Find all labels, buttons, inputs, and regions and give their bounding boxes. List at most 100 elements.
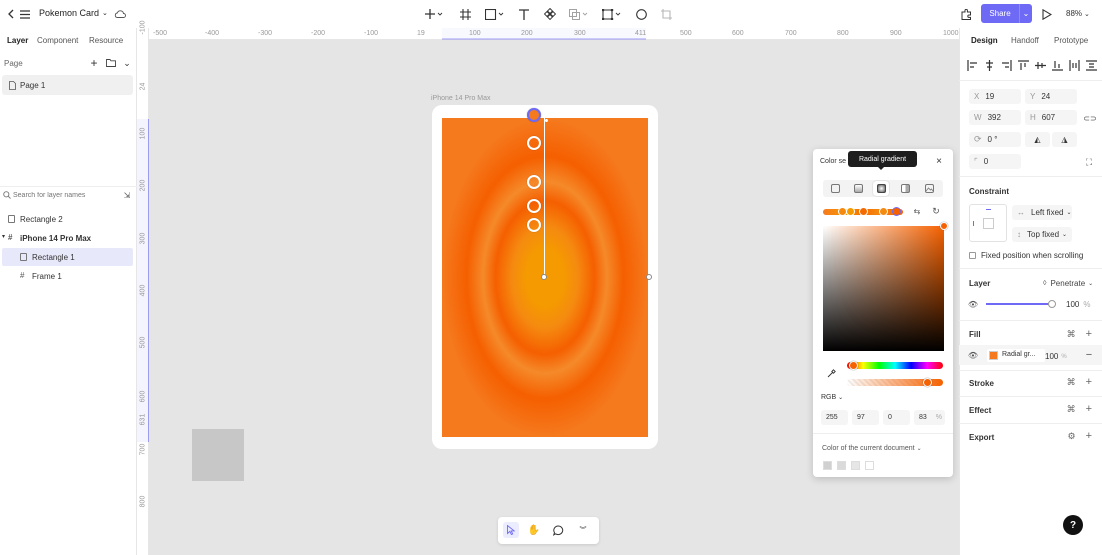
align-right-icon[interactable] — [1001, 60, 1012, 71]
align-center-v-icon[interactable] — [1035, 60, 1046, 71]
tab-design[interactable]: Design — [971, 36, 998, 45]
green-input[interactable]: 97 — [852, 410, 879, 425]
horizontal-constraint-select[interactable]: ↔ Left fixed ⌄ — [1012, 205, 1072, 220]
tab-layer[interactable]: Layer — [7, 36, 28, 45]
collapse-all-icon[interactable]: ⇲ — [122, 190, 132, 200]
play-icon[interactable] — [1040, 7, 1054, 21]
constraint-widget[interactable] — [969, 204, 1007, 242]
align-left-icon[interactable] — [967, 60, 978, 71]
width-input[interactable]: W 392 — [969, 110, 1021, 125]
angular-gradient-icon[interactable] — [901, 184, 910, 193]
text-tool-icon[interactable] — [517, 7, 531, 21]
blue-input[interactable]: 0 — [883, 410, 910, 425]
hue-slider[interactable] — [847, 361, 943, 370]
vertical-constraint-select[interactable]: ↕ Top fixed ⌄ — [1012, 227, 1072, 242]
color-swatch[interactable] — [851, 461, 860, 470]
blend-mode-select[interactable]: ◊ Penetrate ⌄ — [1043, 279, 1093, 288]
file-name[interactable]: Pokemon Card ⌄ — [39, 8, 108, 18]
image-fill-icon[interactable] — [925, 184, 934, 193]
radial-gradient-icon[interactable] — [877, 184, 886, 193]
chevron-down-icon[interactable]: ⌄ — [1020, 9, 1032, 18]
gradient-stop-selected[interactable] — [892, 207, 901, 216]
flip-vertical-icon[interactable]: ◮ — [1052, 132, 1077, 147]
plugin-icon[interactable] — [959, 7, 973, 21]
layer-search-input[interactable] — [13, 190, 113, 201]
remove-fill-icon[interactable]: − — [1084, 349, 1094, 361]
boolean-tool-icon[interactable] — [568, 7, 590, 21]
eye-icon[interactable]: 👁 — [968, 351, 978, 360]
component-tool-icon[interactable] — [543, 7, 557, 21]
color-swatch[interactable] — [823, 461, 832, 470]
back-icon[interactable] — [4, 7, 18, 21]
shape-tool-icon[interactable] — [484, 7, 506, 21]
comment-tool-icon[interactable] — [551, 523, 565, 537]
share-button[interactable]: Share ⌄ — [981, 4, 1032, 23]
eyedropper-icon[interactable] — [826, 368, 836, 378]
red-input[interactable]: 255 — [821, 410, 848, 425]
gradient-stop-handle[interactable] — [527, 175, 541, 189]
layer-item[interactable]: # ▾ iPhone 14 Pro Max — [2, 229, 133, 247]
select-tool[interactable] — [503, 522, 519, 538]
tab-prototype[interactable]: Prototype — [1054, 36, 1088, 45]
document-colors-select[interactable]: Color of the current document ⌄ — [822, 445, 922, 452]
page-item[interactable]: Page 1 — [2, 75, 133, 95]
more-tools-icon[interactable]: ︾ — [576, 523, 590, 537]
frame-label[interactable]: iPhone 14 Pro Max — [431, 95, 491, 102]
gradient-width-handle[interactable] — [646, 274, 652, 280]
zoom-level[interactable]: 88% ⌄ — [1066, 9, 1090, 18]
expand-icon[interactable]: ▾ — [2, 233, 5, 240]
add-stroke-icon[interactable]: + — [1086, 376, 1092, 388]
distribute-h-icon[interactable] — [1069, 60, 1080, 71]
add-page-icon[interactable]: + — [89, 56, 99, 70]
layer-item[interactable]: Rectangle 1 — [2, 248, 133, 266]
menu-icon[interactable] — [18, 7, 32, 21]
ellipse-tool-icon[interactable] — [634, 7, 648, 21]
saturation-brightness-picker[interactable] — [823, 226, 944, 351]
eye-icon[interactable]: 👁 — [968, 300, 978, 309]
gradient-center-handle[interactable] — [541, 274, 547, 280]
tab-handoff[interactable]: Handoff — [1011, 36, 1039, 45]
swap-icon[interactable]: ⇆ — [912, 206, 922, 216]
add-effect-icon[interactable]: + — [1086, 403, 1092, 415]
color-swatch[interactable] — [837, 461, 846, 470]
height-input[interactable]: H 607 — [1025, 110, 1077, 125]
y-input[interactable]: Y 24 — [1025, 89, 1077, 104]
add-export-icon[interactable]: + — [1086, 430, 1092, 442]
linear-gradient-icon[interactable] — [854, 184, 863, 193]
crop-tool-icon[interactable] — [659, 7, 673, 21]
flip-horizontal-icon[interactable]: ◭ — [1025, 132, 1050, 147]
fill-swatch[interactable] — [989, 351, 998, 360]
add-tool-icon[interactable] — [423, 7, 445, 21]
rectangle-2[interactable] — [192, 429, 244, 481]
layer-opacity-value[interactable]: 100% — [1066, 300, 1090, 309]
add-fill-icon[interactable]: + — [1086, 328, 1092, 340]
color-mode-select[interactable]: RGB ⌄ — [821, 394, 843, 401]
gradient-stop[interactable] — [859, 207, 868, 216]
independent-corners-icon[interactable]: ⛶ — [1084, 157, 1094, 167]
align-bottom-icon[interactable] — [1052, 60, 1063, 71]
gradient-stop-handle[interactable] — [527, 218, 541, 232]
solid-fill-icon[interactable] — [831, 184, 840, 193]
export-settings-icon[interactable]: ⚙ — [1067, 431, 1075, 442]
style-icon[interactable]: ⌘ — [1067, 377, 1076, 388]
gradient-stop-handle[interactable] — [527, 108, 541, 122]
opacity-slider-knob[interactable] — [922, 378, 932, 387]
align-center-h-icon[interactable] — [984, 60, 995, 71]
tab-component[interactable]: Component — [37, 36, 78, 45]
close-icon[interactable]: × — [934, 156, 944, 167]
layer-opacity-slider[interactable] — [986, 300, 1056, 308]
collapse-pages-icon[interactable]: ⌄ — [122, 58, 132, 68]
fill-type-field[interactable]: Radial gr... — [987, 349, 1045, 362]
style-icon[interactable]: ⌘ — [1067, 329, 1076, 340]
mask-tool-icon[interactable] — [601, 7, 623, 21]
link-ratio-icon[interactable]: ⊂⊃ — [1083, 113, 1096, 123]
opacity-slider[interactable] — [847, 378, 943, 387]
layer-item[interactable]: # Frame 1 — [2, 267, 133, 285]
color-cursor[interactable] — [940, 222, 948, 230]
rotation-input[interactable]: ⟳ 0 ° — [969, 132, 1021, 147]
tab-resource[interactable]: Resource — [89, 36, 123, 45]
fill-opacity-value[interactable]: 100% — [1045, 352, 1067, 361]
help-button[interactable]: ? — [1063, 515, 1083, 535]
style-icon[interactable]: ⌘ — [1067, 404, 1076, 415]
hue-slider-knob[interactable] — [848, 361, 858, 370]
